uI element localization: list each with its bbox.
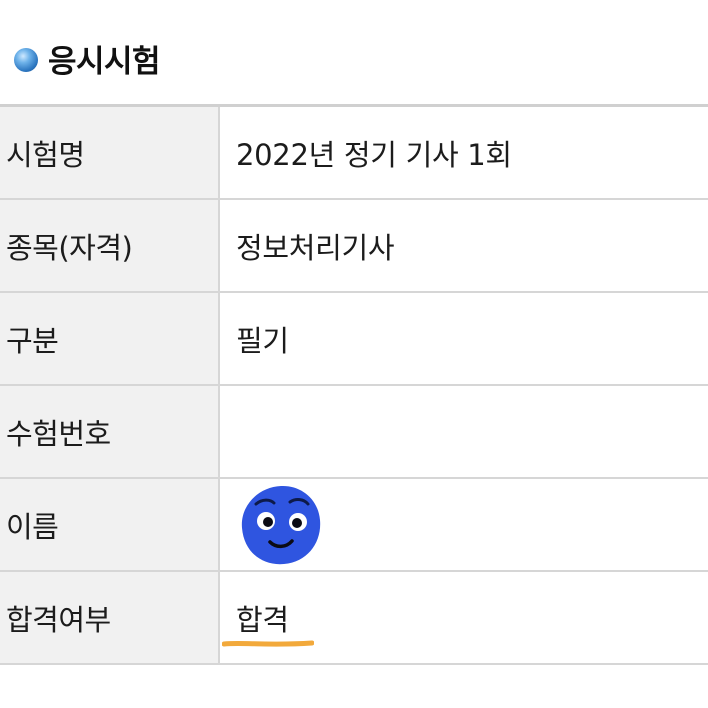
row-value-exam-name: 2022년 정기 기사 1회 <box>219 105 708 200</box>
table-row-exam-name: 시험명 2022년 정기 기사 1회 <box>0 105 708 200</box>
highlight-underline-icon <box>222 640 314 647</box>
section-header: 응시시험 <box>0 0 708 104</box>
blue-smiley-face-icon <box>241 485 321 564</box>
row-label-category: 구분 <box>0 292 220 386</box>
row-label-qualification: 종목(자격) <box>0 199 220 293</box>
row-value-pass-status: 합격 <box>219 571 708 665</box>
pass-status-text: 합격 <box>236 602 289 637</box>
section-title: 응시시험 <box>48 44 161 80</box>
row-label-name: 이름 <box>0 478 220 572</box>
row-value-category: 필기 <box>219 292 708 386</box>
blue-circle-bullet-icon <box>14 48 38 72</box>
table-row-name: 이름 <box>0 478 708 572</box>
table-row-qualification: 종목(자격) 정보처리기사 <box>0 199 708 293</box>
row-value-exam-number <box>219 385 708 479</box>
row-label-exam-name: 시험명 <box>0 105 220 200</box>
row-label-pass-status: 합격여부 <box>0 571 220 665</box>
row-value-qualification: 정보처리기사 <box>219 199 708 293</box>
table-row-pass-status: 합격여부 합격 <box>0 571 708 665</box>
table-row-exam-number: 수험번호 <box>0 385 708 479</box>
row-label-exam-number: 수험번호 <box>0 385 220 479</box>
row-value-name <box>219 478 708 572</box>
exam-info-table: 시험명 2022년 정기 기사 1회 종목(자격) 정보처리기사 구분 필기 수… <box>0 104 708 665</box>
table-row-category: 구분 필기 <box>0 292 708 386</box>
